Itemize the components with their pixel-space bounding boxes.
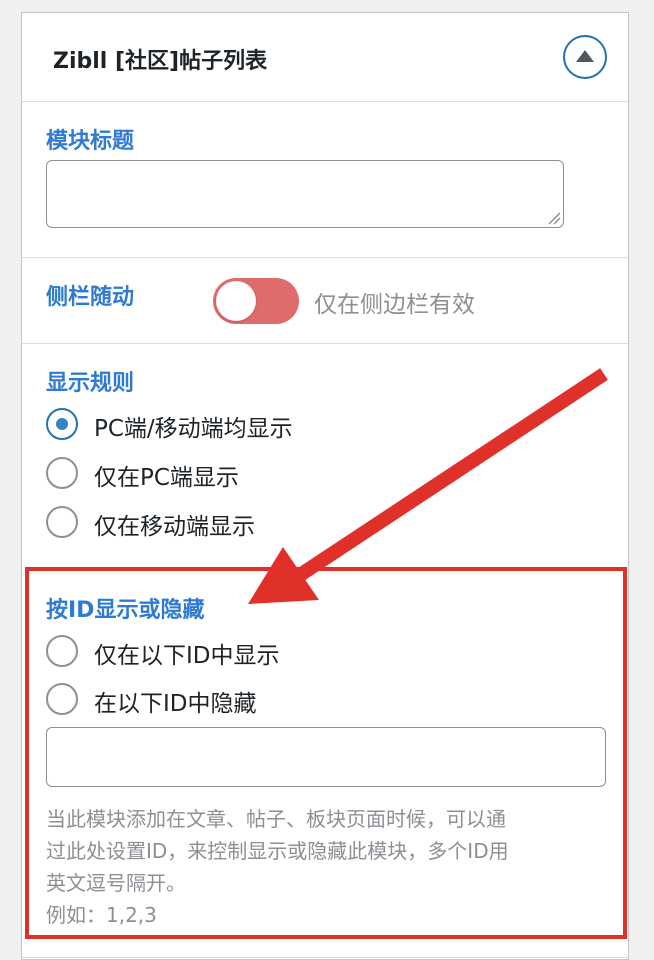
radio-button[interactable] [46,635,78,667]
radio-button[interactable] [46,457,78,489]
radio-label: 仅在以下ID中显示 [94,643,280,669]
help-line: 英文逗号隔开。 [46,871,186,895]
divider [22,257,628,258]
radio-button[interactable] [46,506,78,538]
divider [22,957,628,958]
radio-label: 仅在移动端显示 [94,514,255,540]
widget-panel: Zibll [社区]帖子列表 模块标题 侧栏随动 仅在侧边栏有效 显示规则 PC… [21,12,629,960]
divider [22,343,628,344]
id-help-text: 当此模块添加在文章、帖子、板块页面时候，可以通 过此处设置ID，来控制显示或隐藏… [46,803,606,931]
radio-button[interactable] [46,683,78,715]
sidebar-follow-toggle[interactable] [213,278,299,324]
help-line: 当此模块添加在文章、帖子、板块页面时候，可以通 [46,807,506,831]
radio-label: 在以下ID中隐藏 [94,691,257,717]
radio-button[interactable] [46,408,78,440]
collapse-button[interactable] [563,35,607,79]
resize-grip-icon[interactable] [547,211,561,225]
sidebar-follow-label: 侧栏随动 [46,285,135,310]
widget-title: Zibll [社区]帖子列表 [53,49,268,74]
caret-up-icon [576,50,594,62]
widget-header[interactable]: Zibll [社区]帖子列表 [22,13,628,102]
module-title-textarea[interactable] [46,160,564,228]
sidebar-follow-hint: 仅在侧边栏有效 [314,292,475,318]
radio-label: 仅在PC端显示 [94,465,239,491]
id-visibility-label: 按ID显示或隐藏 [46,598,205,623]
radio-label: PC端/移动端均显示 [94,416,293,442]
help-example: 例如：1,2,3 [46,903,157,927]
module-title-label: 模块标题 [46,129,135,154]
toggle-knob [216,281,256,321]
id-list-input[interactable] [46,727,606,787]
help-line: 过此处设置ID，来控制显示或隐藏此模块，多个ID用 [46,839,509,863]
display-rule-label: 显示规则 [46,371,135,396]
